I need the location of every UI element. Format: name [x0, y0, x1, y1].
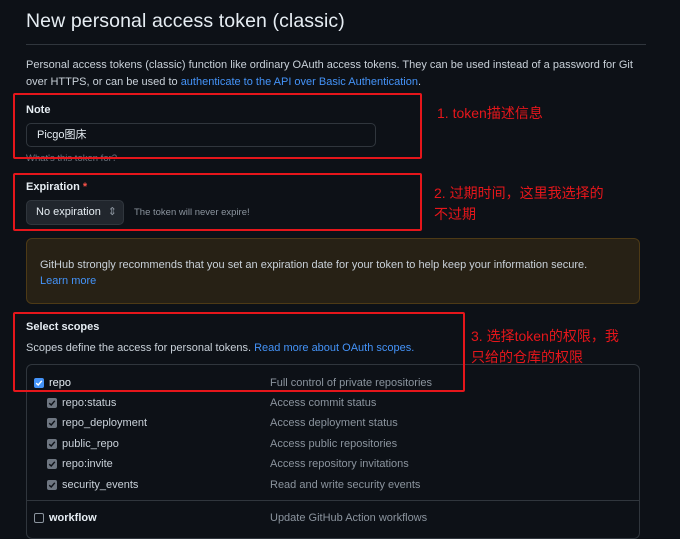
scope-name: repo:invite: [62, 458, 113, 470]
scope-checkbox-security-events[interactable]: [47, 480, 57, 490]
scope-group-divider: [27, 500, 639, 501]
scope-desc: Read and write security events: [270, 479, 421, 491]
scope-checkbox-public-repo[interactable]: [47, 439, 57, 449]
scope-row-public-repo: public_repo Access public repositories: [27, 435, 639, 453]
intro-paragraph: Personal access tokens (classic) functio…: [26, 57, 641, 91]
warning-paragraph: GitHub strongly recommends that you set …: [40, 257, 630, 289]
scope-row-repo-invite: repo:invite Access repository invitation…: [27, 455, 639, 473]
annotation-box-note: [13, 93, 422, 159]
page-title: New personal access token (classic): [26, 10, 345, 32]
scope-name: security_events: [62, 479, 139, 491]
scope-name: repo:status: [62, 397, 117, 409]
basic-auth-link[interactable]: authenticate to the API over Basic Authe…: [181, 76, 418, 88]
scope-row-workflow: workflow Update GitHub Action workflows: [27, 509, 639, 527]
scope-desc: Update GitHub Action workflows: [270, 512, 428, 524]
scope-checkbox-repo-invite[interactable]: [47, 459, 57, 469]
scope-desc: Access repository invitations: [270, 458, 409, 470]
scope-name: workflow: [49, 512, 97, 524]
scope-desc: Access public repositories: [270, 438, 398, 450]
annotation-text-1: 1. token描述信息: [437, 105, 543, 121]
scope-row-security-events: security_events Read and write security …: [27, 476, 639, 494]
annotation-3-line-2: 只给的仓库的权限: [471, 349, 583, 365]
scope-desc: Access deployment status: [270, 417, 398, 429]
annotation-box-expiration: [13, 173, 422, 231]
annotation-text-2: 2. 过期时间，这里我选择的 不过期: [434, 183, 604, 225]
title-divider: [26, 44, 646, 45]
scope-desc: Access commit status: [270, 397, 377, 409]
scope-row-repo-status: repo:status Access commit status: [27, 394, 639, 412]
warning-text: GitHub strongly recommends that you set …: [40, 259, 588, 271]
scope-name: public_repo: [62, 438, 119, 450]
scope-checkbox-workflow[interactable]: [34, 513, 44, 523]
annotation-text-3: 3. 选择token的权限，我 只给的仓库的权限: [471, 326, 619, 368]
scope-name: repo_deployment: [62, 417, 148, 429]
token-form-page: New personal access token (classic) Pers…: [0, 0, 680, 539]
scope-checkbox-repo-deployment[interactable]: [47, 418, 57, 428]
annotation-box-scopes: [13, 312, 465, 392]
intro-end: .: [417, 76, 422, 88]
learn-more-link[interactable]: Learn more: [40, 275, 96, 287]
annotation-2-line-2: 不过期: [434, 206, 476, 222]
scope-row-repo-deployment: repo_deployment Access deployment status: [27, 414, 639, 432]
annotation-2-line-1: 2. 过期时间，这里我选择的: [434, 185, 604, 201]
annotation-3-line-1: 3. 选择token的权限，我: [471, 328, 619, 344]
scope-checkbox-repo-status[interactable]: [47, 398, 57, 408]
expiration-warning-box: GitHub strongly recommends that you set …: [26, 238, 640, 304]
